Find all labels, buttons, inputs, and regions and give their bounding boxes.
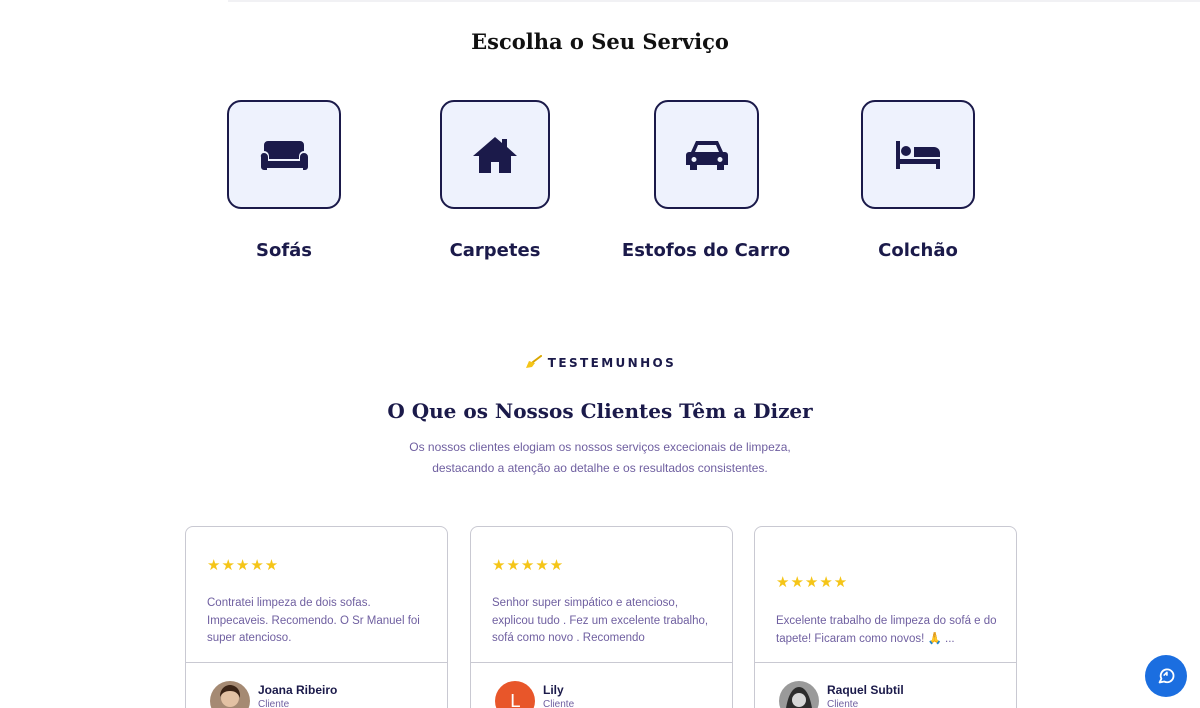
star-rating: ★★★★★: [776, 574, 849, 591]
testimonials-badge: TESTEMUNHOS: [0, 355, 1200, 372]
service-colchao-button[interactable]: [861, 100, 975, 209]
services-title: Escolha o Seu Serviço: [471, 29, 729, 54]
chat-icon: [1158, 668, 1175, 684]
testimonial-text: Senhor super simpático e atencioso, expl…: [492, 597, 709, 644]
customer-role: Cliente: [543, 699, 575, 708]
service-label-carpetes: Carpetes: [449, 240, 541, 261]
top-divider: [228, 0, 1200, 2]
testimonial-text: Excelente trabalho de limpeza do sofá e …: [776, 615, 997, 645]
testimonial-card: ★★★★★ Senhor super simpático e atencioso…: [470, 526, 733, 708]
service-carpetes-button[interactable]: [440, 100, 550, 209]
avatar: [779, 681, 819, 708]
service-sofas-button[interactable]: [227, 100, 341, 209]
testimonials-title: O Que os Nossos Clientes Têm a Dizer: [387, 399, 813, 423]
customer-role: Cliente: [258, 699, 290, 708]
customer-name: Joana Ribeiro: [258, 683, 338, 697]
service-label-carro: Estofos do Carro: [621, 240, 791, 261]
avatar: L: [495, 681, 535, 708]
house-icon: [473, 136, 517, 173]
star-rating: ★★★★★: [207, 557, 280, 574]
avatar: [210, 681, 250, 708]
testimonials-badge-label: TESTEMUNHOS: [547, 356, 677, 370]
testimonial-card: ★★★★★ Contratei limpeza de dois sofas. I…: [185, 526, 448, 708]
avatar-initial: L: [509, 690, 521, 708]
broom-icon: [524, 355, 542, 372]
customer-name: Raquel Subtil: [827, 683, 904, 697]
testimonials-subtitle: Os nossos clientes elogiam os nossos ser…: [350, 437, 850, 479]
testimonial-text: Contratei limpeza de dois sofas. Impecav…: [207, 597, 420, 644]
card-divider: [755, 662, 1016, 663]
service-label-sofas: Sofás: [255, 240, 313, 261]
card-divider: [471, 662, 732, 663]
sofa-icon: [260, 140, 308, 170]
service-carro-button[interactable]: [654, 100, 759, 209]
customer-role: Cliente: [827, 699, 859, 708]
subtitle-line-1: Os nossos clientes elogiam os nossos ser…: [409, 440, 791, 454]
testimonial-card: ★★★★★ Excelente trabalho de limpeza do s…: [754, 526, 1017, 708]
subtitle-line-2: destacando a atenção ao detalhe e os res…: [432, 461, 768, 475]
card-divider: [186, 662, 447, 663]
bed-icon: [896, 140, 940, 169]
service-label-colchao: Colchão: [878, 240, 958, 261]
chat-button[interactable]: [1145, 655, 1187, 697]
customer-name: Lily: [543, 683, 564, 697]
star-rating: ★★★★★: [492, 557, 565, 574]
car-icon: [685, 140, 728, 170]
